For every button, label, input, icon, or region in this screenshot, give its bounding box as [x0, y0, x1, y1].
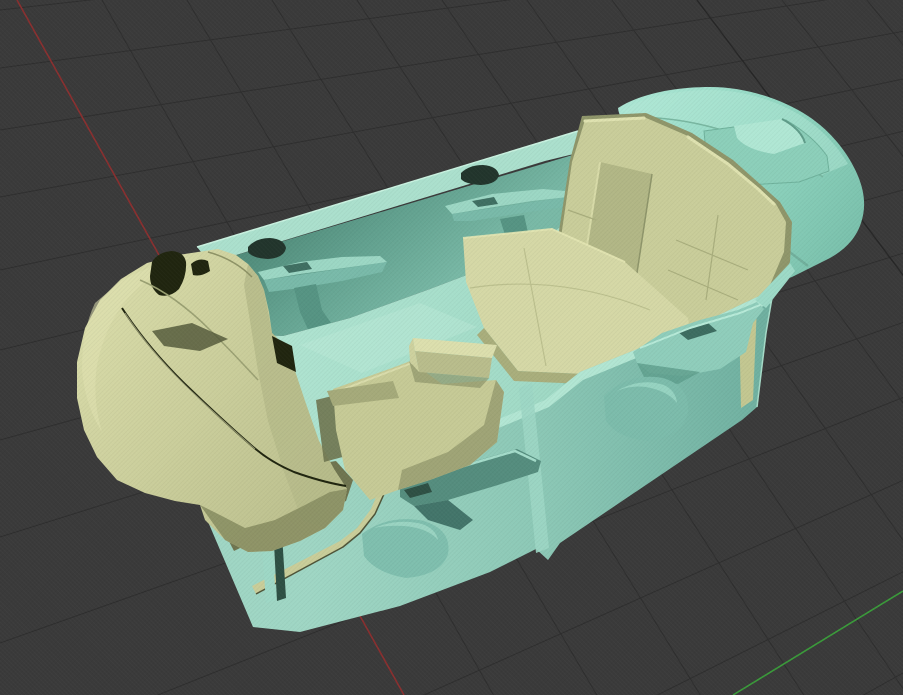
grid-line: [656, 571, 903, 695]
grid-line: [781, 0, 903, 157]
3d-viewport[interactable]: [0, 0, 903, 695]
y-axis-line: [732, 590, 903, 695]
viewport-canvas: [0, 0, 903, 695]
grid-line: [0, 0, 512, 69]
grid-line: [866, 0, 903, 46]
grid-line: [862, 672, 903, 695]
